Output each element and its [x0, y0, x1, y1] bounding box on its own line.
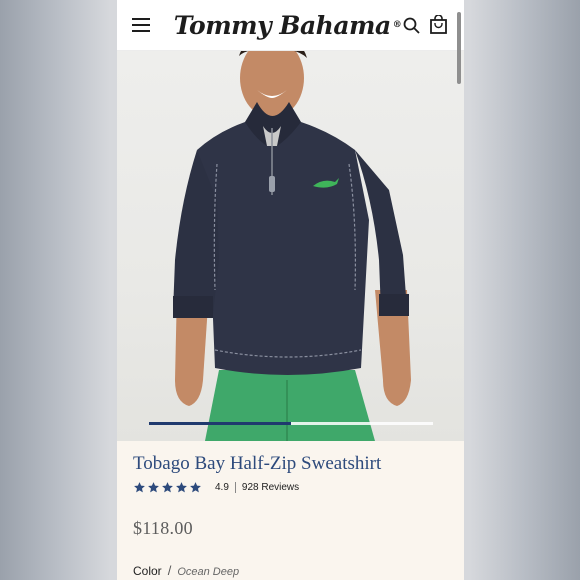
brand-logo[interactable]: Tommy Bahama ®	[174, 8, 402, 42]
product-photo	[173, 50, 411, 441]
site-header: Tommy Bahama ®	[117, 0, 464, 51]
product-info: Tobago Bay Half-Zip Sweatshirt 4.9 928 R…	[117, 441, 464, 580]
shopping-bag-icon[interactable]	[430, 15, 447, 34]
rating-value: 4.9	[215, 481, 229, 493]
color-label: Color	[133, 564, 162, 578]
color-selector-label: Color / Ocean Deep	[133, 563, 239, 578]
star-icon	[190, 481, 201, 492]
mobile-screen: Tommy Bahama ® Tobago Bay Half-Zip Sweat…	[117, 0, 464, 580]
menu-icon[interactable]	[132, 17, 152, 33]
search-icon[interactable]	[403, 17, 420, 34]
registered-mark: ®	[392, 20, 402, 30]
carousel-progress-fill	[149, 422, 291, 425]
product-price: $118.00	[133, 518, 193, 538]
star-icon	[148, 481, 159, 492]
star-icon	[134, 481, 145, 492]
star-icon	[162, 481, 173, 492]
reviews-link[interactable]: 928 Reviews	[242, 482, 299, 493]
star-icon	[176, 481, 187, 492]
brand-name: Tommy Bahama	[173, 10, 391, 40]
product-gallery[interactable]	[117, 50, 464, 441]
rating-divider	[234, 481, 236, 493]
color-value: Ocean Deep	[177, 566, 240, 578]
carousel-progress-track[interactable]	[149, 422, 433, 425]
star-rating	[133, 481, 202, 494]
color-separator: /	[167, 563, 172, 578]
rating-summary[interactable]: 4.9 928 Reviews	[133, 479, 299, 495]
page-scrollbar[interactable]	[457, 12, 461, 84]
product-title: Tobago Bay Half-Zip Sweatshirt	[133, 453, 382, 474]
